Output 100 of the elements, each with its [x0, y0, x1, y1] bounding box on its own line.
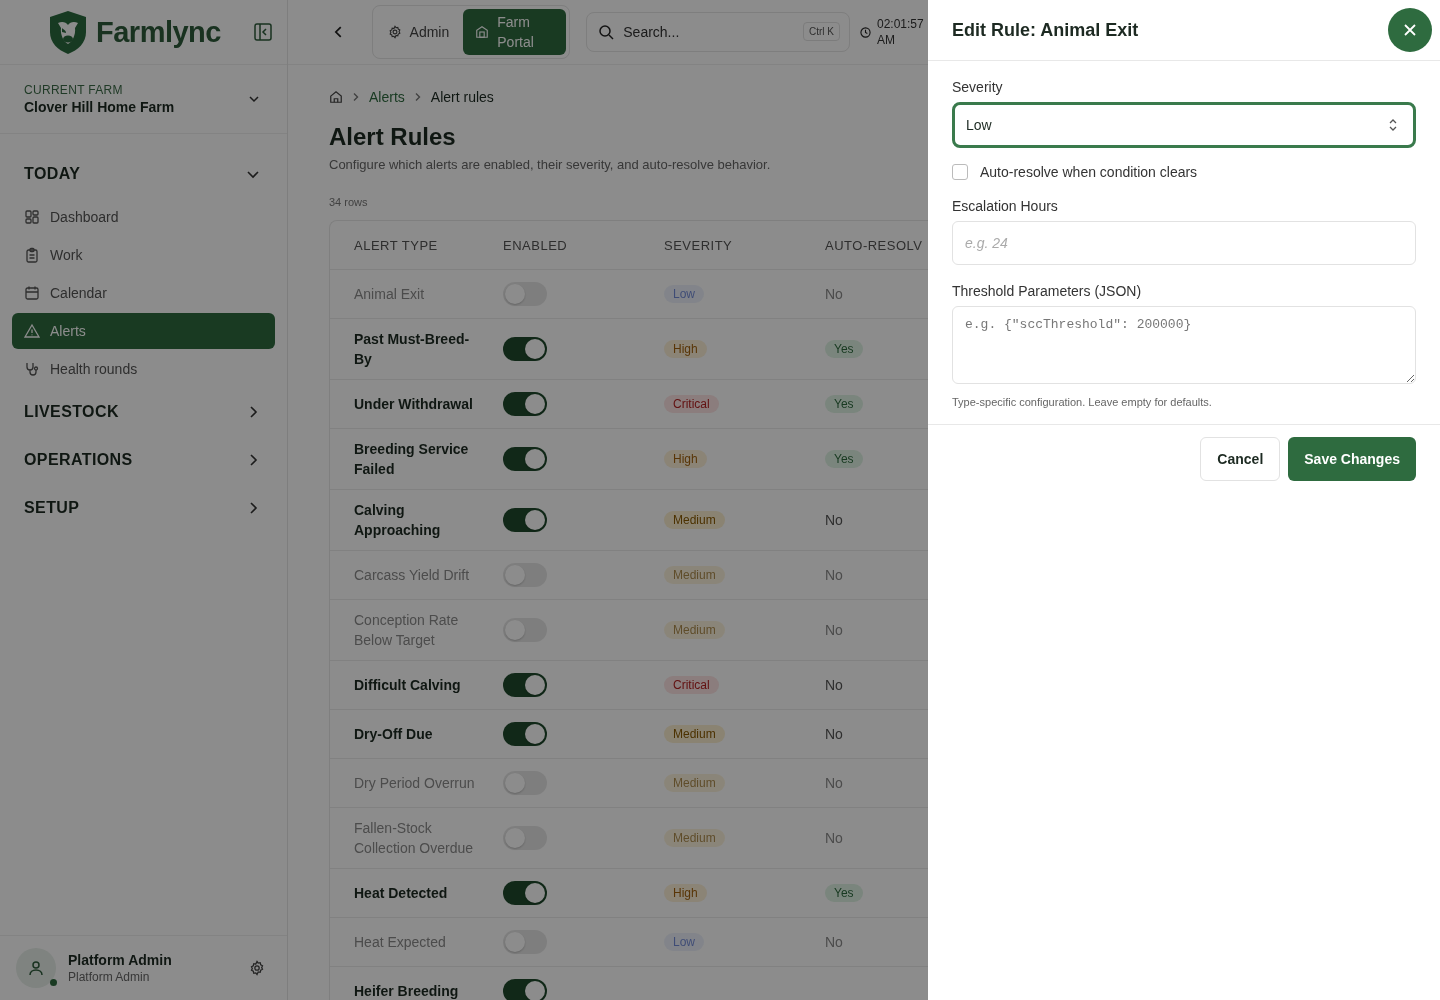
- search-icon: [598, 24, 615, 40]
- nav-group[interactable]: SETUP: [12, 484, 275, 532]
- nav-group[interactable]: TODAY: [12, 150, 275, 198]
- nav-item[interactable]: Work: [12, 237, 275, 273]
- enabled-toggle[interactable]: [503, 881, 547, 905]
- auto-resolve-value: No: [825, 286, 843, 302]
- auto-resolve-tag: Yes: [825, 395, 863, 413]
- home-icon[interactable]: [329, 90, 343, 104]
- modal-overlay[interactable]: [0, 0, 928, 1000]
- enabled-toggle[interactable]: [503, 771, 547, 795]
- enabled-toggle[interactable]: [503, 930, 547, 954]
- severity-tag: Low: [664, 933, 704, 951]
- auto-resolve-value: No: [825, 677, 843, 693]
- auto-resolve-tag: Yes: [825, 884, 863, 902]
- enabled-toggle[interactable]: [503, 563, 547, 587]
- alert-type: Under Withdrawal: [354, 395, 474, 414]
- mode-tab[interactable]: Farm Portal: [463, 9, 567, 55]
- page-title: Alert Rules: [329, 123, 457, 151]
- column-header: AUTO-RESOLV: [825, 237, 924, 253]
- person-icon: [27, 959, 45, 977]
- brand-name: Farmlync: [96, 15, 221, 49]
- sort-icon: [1388, 118, 1398, 132]
- alert-type: Heat Detected: [354, 884, 449, 903]
- enabled-toggle[interactable]: [503, 722, 547, 746]
- mode-tab[interactable]: Admin: [375, 9, 462, 55]
- severity-tag: Low: [664, 285, 704, 303]
- severity-tag: Critical: [664, 395, 719, 413]
- close-icon: [1402, 22, 1418, 38]
- severity-tag: Medium: [664, 621, 725, 639]
- settings-icon[interactable]: [249, 960, 265, 976]
- enabled-toggle[interactable]: [503, 392, 547, 416]
- auto-resolve-value: No: [825, 567, 843, 583]
- field-label: Threshold Parameters (JSON): [952, 283, 1143, 299]
- nav-item[interactable]: Health rounds: [12, 351, 275, 387]
- clock-time: 02:01:57 AM: [877, 16, 925, 48]
- alert-type: Heifer Breeding: [354, 982, 460, 1000]
- enabled-toggle[interactable]: [503, 826, 547, 850]
- alert-type: Breeding Service Failed: [354, 440, 470, 479]
- escalation-hours-field[interactable]: e.g. 24: [952, 221, 1416, 265]
- auto-resolve-value: No: [825, 775, 843, 791]
- close-button[interactable]: [1388, 8, 1432, 52]
- clock-icon: [860, 26, 871, 38]
- enabled-toggle[interactable]: [503, 979, 547, 1000]
- auto-resolve-tag: Yes: [825, 340, 863, 358]
- auto-resolve-value: No: [825, 512, 843, 528]
- user-name: Platform Admin: [68, 952, 173, 968]
- field-label: Severity: [952, 79, 1004, 95]
- auto-resolve-value: No: [825, 934, 843, 950]
- row-count: 34 rows: [329, 196, 369, 208]
- chevron-right-icon: [351, 92, 361, 102]
- alert-type: Dry-Off Due: [354, 725, 434, 744]
- nav-item[interactable]: Dashboard: [12, 199, 275, 235]
- cancel-button[interactable]: Cancel: [1200, 437, 1281, 481]
- enabled-toggle[interactable]: [503, 618, 547, 642]
- alert-type: Calving Approaching: [354, 501, 442, 540]
- auto-resolve-checkbox[interactable]: [952, 164, 968, 180]
- shortcut-hint: Ctrl K: [803, 22, 840, 41]
- alert-type: Past Must-Breed-By: [354, 330, 471, 369]
- nav-item[interactable]: Calendar: [12, 275, 275, 311]
- nav-item[interactable]: Alerts: [12, 313, 275, 349]
- column-header: SEVERITY: [664, 237, 734, 253]
- alert-type: Conception Rate Below Target: [354, 611, 460, 650]
- alert-type: Fallen-Stock Collection Overdue: [354, 819, 475, 858]
- auto-resolve-value: No: [825, 830, 843, 846]
- nav-icon: [24, 209, 40, 225]
- alert-type: Difficult Calving: [354, 676, 462, 695]
- severity-tag: High: [664, 884, 707, 902]
- drawer-title: Edit Rule: Animal Exit: [952, 19, 1139, 41]
- auto-resolve-tag: Yes: [825, 450, 863, 468]
- severity-tag: Medium: [664, 774, 725, 792]
- severity-tag: Medium: [664, 511, 725, 529]
- nav-icon: [24, 285, 40, 301]
- enabled-toggle[interactable]: [503, 337, 547, 361]
- breadcrumb-link[interactable]: Alerts: [369, 89, 405, 105]
- enabled-toggle[interactable]: [503, 282, 547, 306]
- auto-resolve-value: No: [825, 622, 843, 638]
- checkbox-label[interactable]: Auto-resolve when condition clears: [980, 164, 1198, 180]
- user-avatar[interactable]: [16, 948, 56, 988]
- severity-tag: Medium: [664, 829, 725, 847]
- page-subtitle: Configure which alerts are enabled, their severity, and auto-resolve behavior.: [329, 157, 772, 172]
- alert-type: Dry Period Overrun: [354, 774, 476, 793]
- nav-group[interactable]: OPERATIONS: [12, 436, 275, 484]
- severity-tag: Medium: [664, 725, 725, 743]
- severity-tag: High: [664, 450, 707, 468]
- column-header: ENABLED: [503, 237, 569, 253]
- user-role: Platform Admin: [68, 970, 151, 984]
- threshold-json-field[interactable]: e.g. {"sccThreshold": 200000}: [952, 306, 1416, 384]
- farm-selector[interactable]: CURRENT FARM Clover Hill Home Farm: [0, 65, 287, 134]
- alert-type: Heat Expected: [354, 933, 447, 952]
- sidebar-collapse-icon[interactable]: [253, 22, 273, 42]
- severity-tag: Medium: [664, 566, 725, 584]
- enabled-toggle[interactable]: [503, 508, 547, 532]
- save-button[interactable]: Save Changes: [1288, 437, 1416, 481]
- enabled-toggle[interactable]: [503, 447, 547, 471]
- severity-select[interactable]: Low: [952, 102, 1416, 148]
- enabled-toggle[interactable]: [503, 673, 547, 697]
- barn-icon: [475, 25, 490, 39]
- nav-icon: [24, 247, 40, 263]
- alert-type: Animal Exit: [354, 285, 426, 304]
- nav-group[interactable]: LIVESTOCK: [12, 388, 275, 436]
